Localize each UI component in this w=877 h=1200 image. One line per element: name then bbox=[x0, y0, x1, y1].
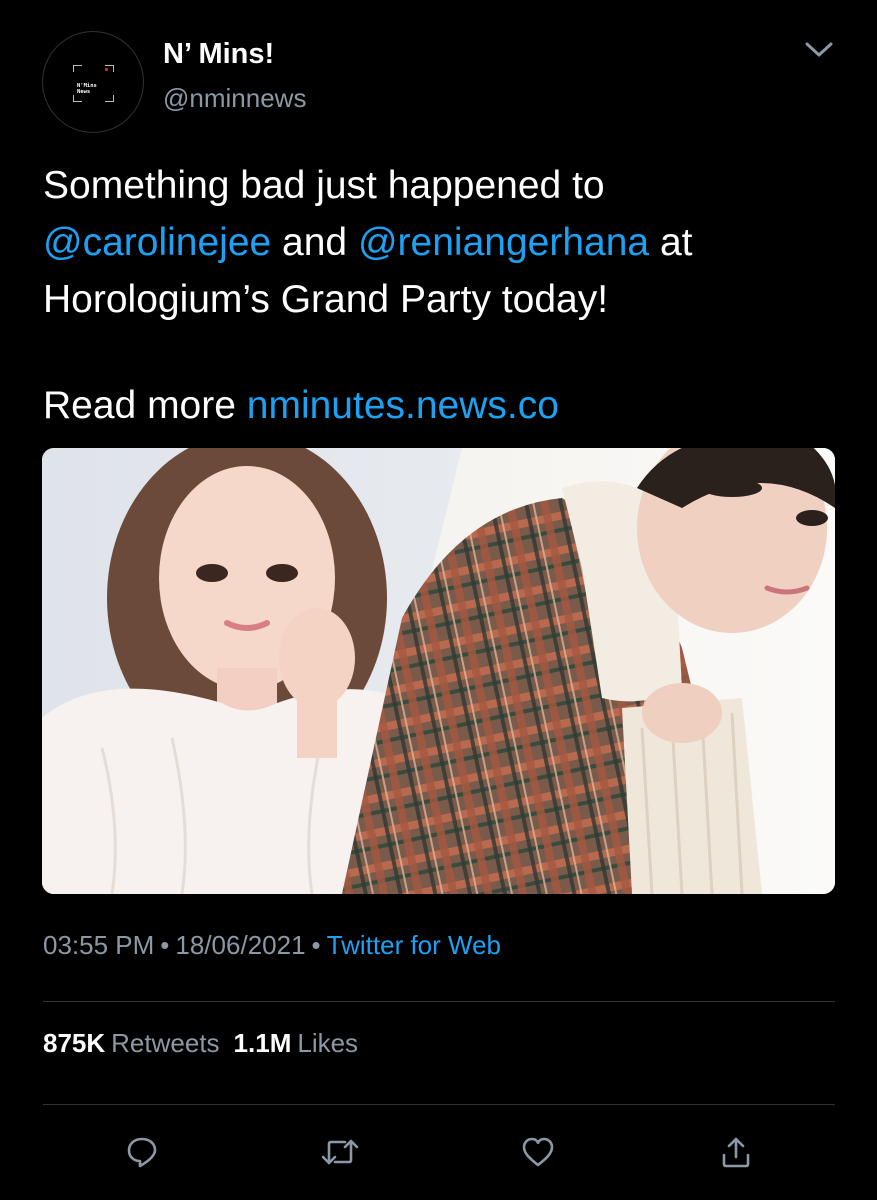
avatar[interactable]: N'Mins News bbox=[42, 31, 144, 133]
tweet-date[interactable]: 18/06/2021 bbox=[175, 930, 305, 960]
retweet-icon bbox=[321, 1139, 359, 1165]
record-dot-icon bbox=[105, 68, 108, 71]
share-button[interactable] bbox=[716, 1132, 756, 1172]
separator: • bbox=[160, 930, 170, 960]
photo-illustration bbox=[42, 448, 835, 894]
likes-label: Likes bbox=[297, 1028, 359, 1058]
reply-button[interactable] bbox=[122, 1132, 162, 1172]
chevron-down-icon[interactable] bbox=[804, 40, 834, 60]
read-more-line: Read more nminutes.news.co bbox=[43, 377, 559, 434]
tweet-time[interactable]: 03:55 PM bbox=[43, 930, 154, 960]
tweet-text: Something bad just happened to @caroline… bbox=[43, 157, 843, 328]
tweet-line: Horologium’s Grand Party today! bbox=[43, 278, 609, 321]
engagement-stats: 875K Retweets 1.1M Likes bbox=[43, 1028, 358, 1059]
tweet-metadata: 03:55 PM • 18/06/2021 • Twitter for Web bbox=[43, 930, 501, 961]
separator: • bbox=[311, 930, 321, 960]
read-more-text: Read more bbox=[43, 384, 247, 427]
likes-stat[interactable]: 1.1M Likes bbox=[234, 1028, 359, 1058]
retweets-label: Retweets bbox=[111, 1028, 220, 1058]
share-icon bbox=[722, 1137, 750, 1168]
mention-link[interactable]: @reniangerhana bbox=[358, 221, 649, 264]
tweet-media-image[interactable] bbox=[42, 448, 835, 894]
tweet-text-fragment: and bbox=[271, 221, 358, 264]
retweets-count: 875K bbox=[43, 1028, 106, 1058]
avatar-logo-text: N'Mins News bbox=[77, 83, 97, 95]
like-icon bbox=[522, 1137, 554, 1167]
divider bbox=[43, 1104, 835, 1105]
tweet-text-fragment: at bbox=[649, 221, 693, 264]
retweets-stat[interactable]: 875K Retweets bbox=[43, 1028, 220, 1058]
frame-corner bbox=[73, 65, 82, 72]
divider bbox=[43, 1001, 835, 1002]
reply-icon bbox=[127, 1137, 157, 1168]
retweet-button[interactable] bbox=[320, 1132, 360, 1172]
tweet-line: Something bad just happened to bbox=[43, 164, 605, 207]
like-button[interactable] bbox=[518, 1132, 558, 1172]
article-link[interactable]: nminutes.news.co bbox=[247, 384, 559, 427]
tweet-line: @carolinejee and @reniangerhana at bbox=[43, 214, 843, 271]
mention-link[interactable]: @carolinejee bbox=[43, 221, 271, 264]
tweet-source[interactable]: Twitter for Web bbox=[327, 930, 501, 960]
frame-corner bbox=[105, 95, 114, 102]
display-name[interactable]: N’ Mins! bbox=[163, 38, 274, 71]
likes-count: 1.1M bbox=[233, 1028, 292, 1058]
user-handle[interactable]: @nminnews bbox=[163, 83, 306, 114]
frame-corner bbox=[73, 95, 82, 102]
